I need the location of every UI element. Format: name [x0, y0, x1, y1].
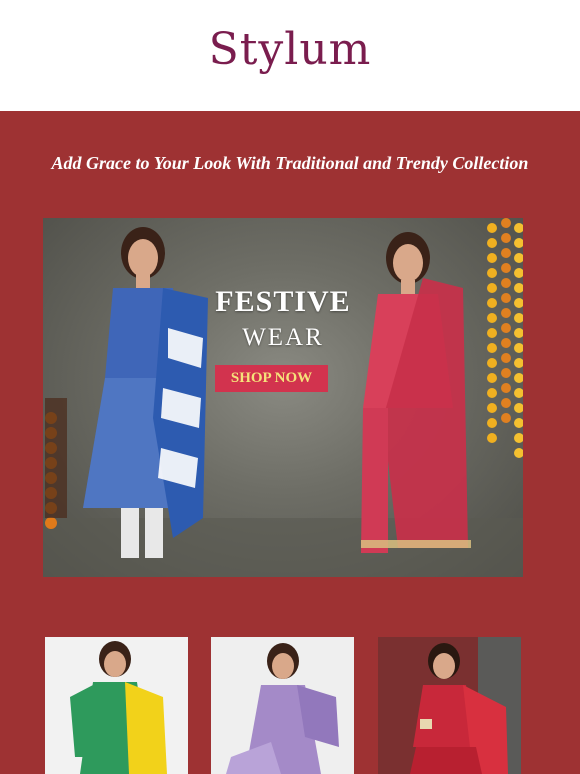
brand-logo[interactable]: Stylum — [209, 24, 372, 75]
product-image-lavender-suit — [226, 643, 339, 774]
banner-title-wear: WEAR — [242, 324, 324, 351]
header: Stylum — [0, 0, 580, 111]
hero-tagline: Add Grace to Your Look With Traditional … — [51, 153, 529, 173]
festive-wear-banner[interactable]: FESTIVE WEAR SHOP NOW — [43, 218, 523, 577]
product-card-red-sharara[interactable] — [378, 637, 521, 774]
product-image-red-sharara — [378, 637, 521, 774]
banner-illustration — [43, 218, 523, 577]
product-card-lavender-suit[interactable] — [211, 637, 354, 774]
product-image-green-suit — [70, 641, 167, 774]
product-card-green-suit[interactable] — [45, 637, 188, 774]
shop-now-button[interactable]: SHOP NOW — [215, 365, 328, 392]
product-grid — [0, 637, 580, 774]
main-section: Add Grace to Your Look With Traditional … — [0, 111, 580, 774]
banner-title-festive: FESTIVE — [215, 285, 351, 318]
